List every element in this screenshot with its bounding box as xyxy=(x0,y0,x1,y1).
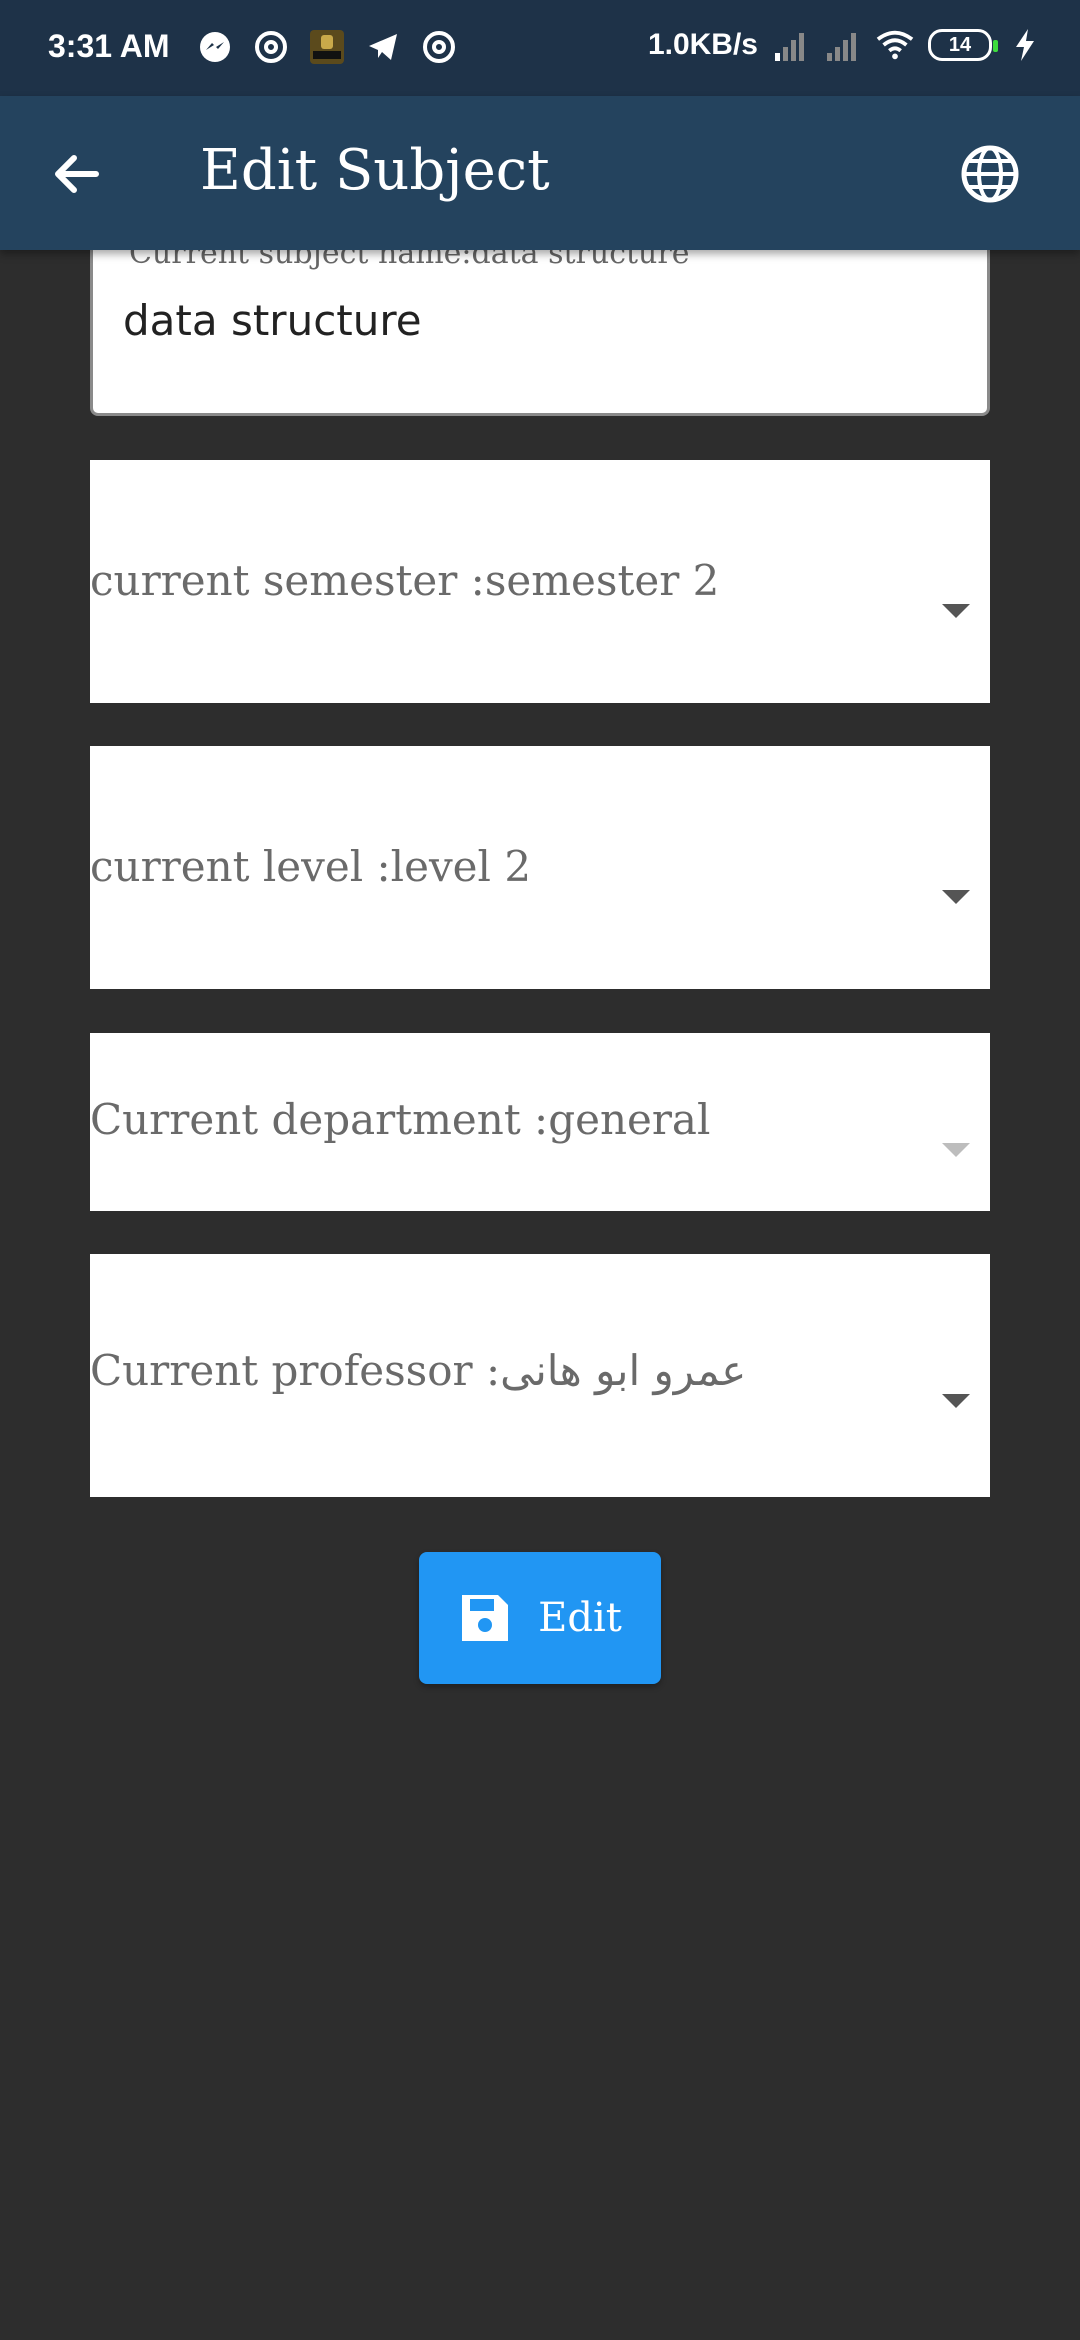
caret-down-icon xyxy=(942,1143,970,1157)
department-dropdown: Current department :general xyxy=(90,1033,990,1211)
signal-icon xyxy=(772,26,810,64)
subject-name-field[interactable]: Current subject name:data structure xyxy=(90,236,990,416)
department-dropdown-label: Current department :general xyxy=(90,1095,711,1144)
arrow-left-icon xyxy=(55,155,99,193)
page-title: Edit Subject xyxy=(200,138,550,203)
wifi-icon xyxy=(876,26,914,64)
floppy-disk-icon xyxy=(462,1595,509,1641)
edit-button-label: Edit xyxy=(538,1595,622,1641)
messenger-icon xyxy=(196,28,234,66)
caret-down-icon xyxy=(942,604,970,618)
at-sign-icon xyxy=(420,28,458,66)
level-dropdown[interactable]: current level :level 2 xyxy=(90,746,990,989)
notification-icons xyxy=(196,28,458,66)
battery-icon: 14 xyxy=(928,29,998,61)
at-sign-icon xyxy=(252,28,290,66)
language-button[interactable] xyxy=(956,140,1024,208)
semester-dropdown-label: current semester :semester 2 xyxy=(90,556,720,605)
level-dropdown-label: current level :level 2 xyxy=(90,842,532,891)
network-speed: 1.0KB/s xyxy=(647,28,758,61)
globe-icon xyxy=(961,145,1019,203)
subject-name-input[interactable] xyxy=(123,296,943,345)
charging-bolt-icon xyxy=(1006,26,1044,64)
status-bar: 3:31 AM 1.0KB/s 14 xyxy=(0,0,1080,96)
caret-down-icon xyxy=(942,1394,970,1408)
professor-dropdown[interactable]: Current professor :عمرو ابو هانى xyxy=(90,1254,990,1497)
battery-level: 14 xyxy=(948,33,972,56)
call-of-duty-app-icon xyxy=(308,28,346,66)
status-right: 1.0KB/s 14 xyxy=(648,26,1044,64)
telegram-icon xyxy=(364,28,402,66)
back-button[interactable] xyxy=(44,142,108,206)
semester-dropdown[interactable]: current semester :semester 2 xyxy=(90,460,990,703)
app-bar: Edit Subject xyxy=(0,96,1080,250)
signal-icon xyxy=(824,26,862,64)
professor-dropdown-label: Current professor :عمرو ابو هانى xyxy=(90,1346,747,1395)
status-time: 3:31 AM xyxy=(48,28,170,64)
edit-button[interactable]: Edit xyxy=(419,1552,661,1684)
caret-down-icon xyxy=(942,890,970,904)
